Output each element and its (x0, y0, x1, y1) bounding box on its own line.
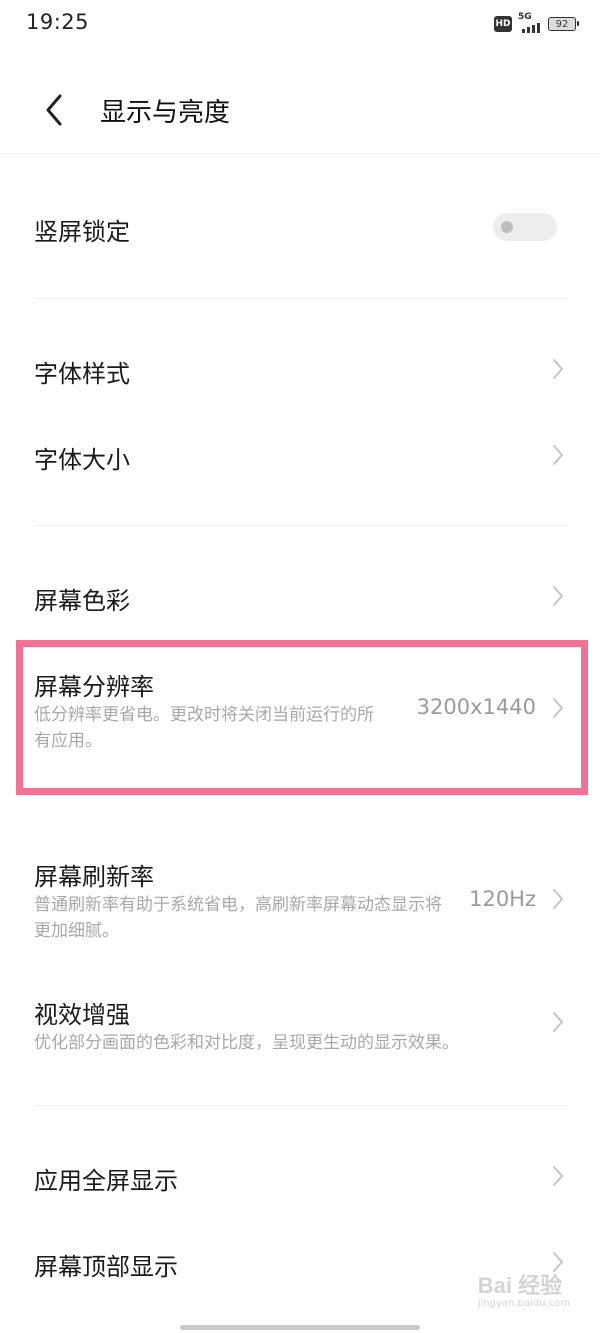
setting-title: 字体大小 (34, 446, 130, 474)
setting-title: 屏幕色彩 (34, 587, 130, 615)
section-divider (34, 298, 568, 299)
status-bar: 19:25 HD 5G 92 (0, 0, 600, 50)
hd-badge: HD (494, 16, 512, 32)
chevron-right-icon (553, 359, 563, 379)
setting-title: 屏幕分辨率 (34, 673, 154, 701)
portrait-lock-toggle[interactable] (493, 213, 557, 241)
refresh-rate-value: 120Hz (469, 887, 536, 911)
toggle-knob (501, 221, 513, 233)
watermark-url: jingyan.baidu.com (477, 1298, 570, 1309)
watermark-logo: Bai 经验 (477, 1273, 563, 1298)
chevron-right-icon (553, 698, 563, 718)
setting-visual-enhance[interactable]: 视效增强 优化部分画面的色彩和对比度，呈现更生动的显示效果。 (0, 980, 600, 1080)
setting-refresh-rate[interactable]: 屏幕刷新率 普通刷新率有助于系统省电，高刷新率屏幕动态显示将更加细腻。 120H… (0, 845, 600, 955)
page-title: 显示与亮度 (100, 98, 231, 128)
setting-title: 字体样式 (34, 360, 130, 388)
setting-subtitle: 低分辨率更省电。更改时将关闭当前运行的所有应用。 (34, 705, 374, 751)
back-button[interactable] (40, 92, 70, 128)
setting-screen-color[interactable]: 屏幕色彩 (0, 557, 600, 637)
network-type: 5G (518, 12, 532, 22)
chevron-right-icon (553, 1166, 563, 1186)
signal-icon: 5G (518, 12, 542, 34)
home-indicator[interactable] (180, 1325, 420, 1330)
header-divider (0, 153, 600, 154)
battery-level: 92 (555, 18, 569, 30)
setting-subtitle: 优化部分画面的色彩和对比度，呈现更生动的显示效果。 (34, 1033, 459, 1053)
setting-fullscreen-apps[interactable]: 应用全屏显示 (0, 1137, 600, 1217)
page-header: 显示与亮度 (0, 70, 600, 150)
setting-title: 屏幕刷新率 (34, 863, 154, 891)
setting-title: 视效增强 (34, 1001, 130, 1029)
resolution-value: 3200x1440 (416, 695, 536, 719)
setting-title: 屏幕顶部显示 (34, 1253, 178, 1281)
section-divider (34, 525, 568, 526)
status-time: 19:25 (26, 10, 90, 34)
setting-subtitle: 普通刷新率有助于系统省电，高刷新率屏幕动态显示将更加细腻。 (34, 895, 442, 941)
chevron-right-icon (553, 1012, 563, 1032)
status-icons: HD 5G 92 (494, 12, 579, 34)
chevron-right-icon (553, 445, 563, 465)
setting-title: 竖屏锁定 (34, 218, 130, 246)
watermark: Bai 经验 jingyan.baidu.com (478, 1268, 570, 1309)
setting-font-size[interactable]: 字体大小 (0, 416, 600, 496)
chevron-right-icon (553, 586, 563, 606)
setting-screen-resolution[interactable]: 屏幕分辨率 低分辨率更省电。更改时将关闭当前运行的所有应用。 3200x1440 (0, 655, 600, 785)
back-arrow-icon (46, 94, 62, 126)
setting-title: 应用全屏显示 (34, 1167, 178, 1195)
chevron-right-icon (553, 889, 563, 909)
battery-icon: 92 (548, 17, 579, 31)
section-divider (34, 1105, 568, 1106)
setting-font-style[interactable]: 字体样式 (0, 330, 600, 410)
